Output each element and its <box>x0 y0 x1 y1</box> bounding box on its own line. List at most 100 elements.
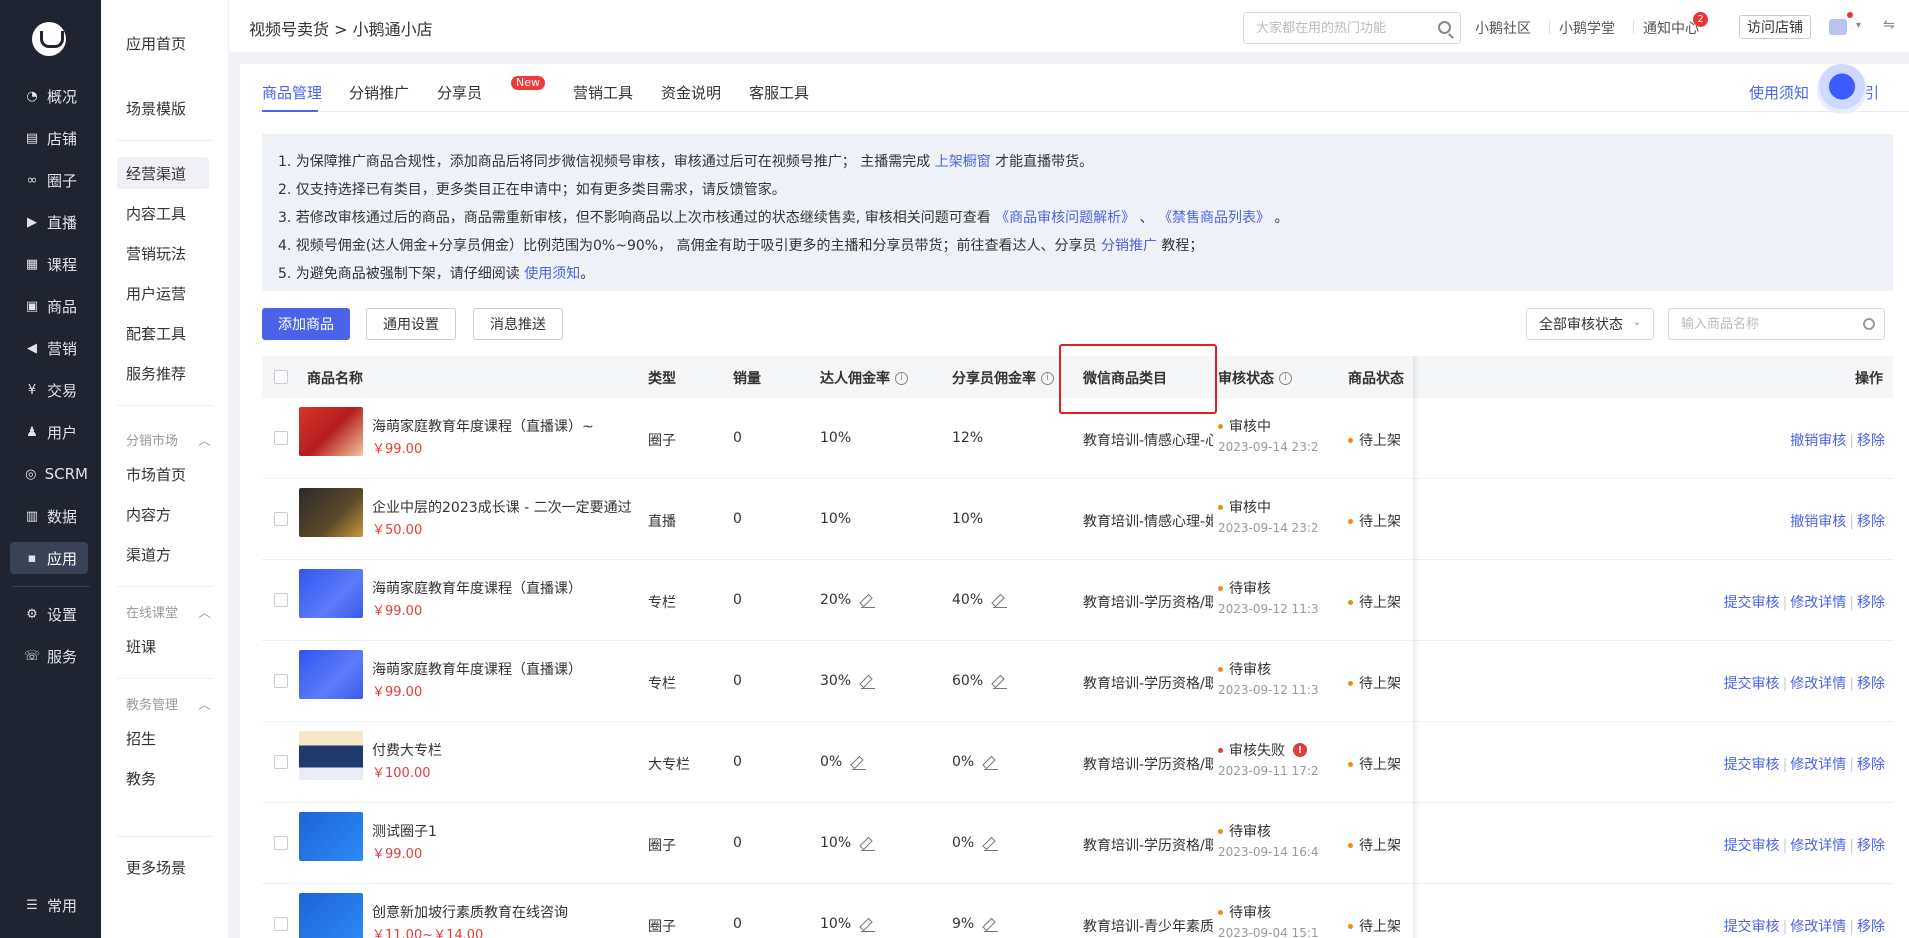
edit-icon[interactable] <box>984 918 999 932</box>
row-action-link[interactable]: 提交审核 <box>1724 757 1780 773</box>
subnav-item-enroll[interactable]: 招生 <box>117 722 209 754</box>
nav-item-trade[interactable]: ¥ 交易 <box>10 374 88 406</box>
edit-icon[interactable] <box>993 675 1008 689</box>
nav-item-data[interactable]: ▥ 数据 <box>10 500 88 532</box>
distribution-tutorial-link[interactable]: 分销推广 <box>1101 238 1157 254</box>
row-action-link[interactable]: 移除 <box>1857 595 1885 611</box>
row-checkbox[interactable] <box>274 674 288 688</box>
subnav-item-marketing[interactable]: 营销玩法 <box>117 237 209 269</box>
nav-item-community[interactable]: ∞ 圈子 <box>10 164 88 196</box>
edit-icon[interactable] <box>852 756 867 770</box>
tab-support-tools[interactable]: 客服工具 <box>749 82 809 103</box>
edit-icon[interactable] <box>861 594 876 608</box>
info-icon[interactable]: i <box>1279 371 1292 385</box>
visit-store-button[interactable]: 访问店铺 <box>1739 15 1811 39</box>
goods-thumbnail[interactable] <box>299 569 363 618</box>
tab-goods[interactable]: 商品管理 <box>262 82 322 103</box>
row-action-link[interactable]: 移除 <box>1857 838 1885 854</box>
general-settings-button[interactable]: 通用设置 <box>366 308 456 340</box>
goods-name-input[interactable] <box>1681 316 1851 332</box>
goods-name[interactable]: 企业中层的2023成长课 - 二次一定要通过 <box>372 497 632 517</box>
subnav-group-classroom[interactable]: 在线课堂 ︿ <box>126 602 211 621</box>
row-action-link[interactable]: 移除 <box>1857 757 1885 773</box>
goods-thumbnail[interactable] <box>299 812 363 861</box>
edit-icon[interactable] <box>861 837 876 851</box>
tab-marketing-tools[interactable]: 营销工具 <box>573 82 633 103</box>
subnav-item-support-tools[interactable]: 配套工具 <box>117 317 209 349</box>
search-icon[interactable] <box>1863 318 1875 330</box>
nav-item-common[interactable]: ☰ 常用 <box>10 889 88 921</box>
nav-item-marketing[interactable]: ◀ 营销 <box>10 332 88 364</box>
subnav-item-templates[interactable]: 场景模版 <box>117 92 209 124</box>
subnav-item-market-home[interactable]: 市场首页 <box>117 458 209 490</box>
subnav-item-channel[interactable]: 经营渠道 <box>117 157 209 189</box>
row-action-link[interactable]: 移除 <box>1857 514 1885 530</box>
row-checkbox[interactable] <box>274 593 288 607</box>
goods-name-search[interactable] <box>1668 308 1885 340</box>
goods-name[interactable]: 海萌家庭教育年度课程（直播课）~ <box>372 416 594 436</box>
message-push-button[interactable]: 消息推送 <box>473 308 563 340</box>
shop-window-link[interactable]: 上架橱窗 <box>935 154 991 170</box>
row-action-link[interactable]: 修改详情 <box>1790 595 1846 611</box>
chevron-down-icon[interactable]: ▾ <box>1856 20 1861 31</box>
edit-icon[interactable] <box>984 756 999 770</box>
add-goods-button[interactable]: 添加商品 <box>262 308 350 340</box>
edit-icon[interactable] <box>861 918 876 932</box>
subnav-item-more[interactable]: 更多场景 <box>117 851 209 883</box>
nav-item-settings[interactable]: ⚙ 设置 <box>10 598 88 630</box>
row-action-link[interactable]: 修改详情 <box>1790 919 1846 935</box>
subnav-item-class[interactable]: 班课 <box>117 630 209 662</box>
row-checkbox[interactable] <box>274 755 288 769</box>
review-faq-link[interactable]: 《商品审核问题解析》 <box>995 210 1135 226</box>
subnav-item-user-ops[interactable]: 用户运营 <box>117 277 209 309</box>
notification-center-link[interactable]: 通知中心 <box>1643 18 1699 38</box>
goods-thumbnail[interactable] <box>299 731 363 780</box>
breadcrumb[interactable]: 视频号卖货 > 小鹅通小店 <box>249 16 433 40</box>
goods-name[interactable]: 海萌家庭教育年度课程（直播课） <box>372 659 582 679</box>
row-action-link[interactable]: 移除 <box>1857 919 1885 935</box>
subnav-group-distribution[interactable]: 分销市场 ︿ <box>126 430 211 449</box>
row-action-link[interactable]: 提交审核 <box>1724 919 1780 935</box>
subnav-item-services[interactable]: 服务推荐 <box>117 357 209 389</box>
row-action-link[interactable]: 修改详情 <box>1790 676 1846 692</box>
goods-name[interactable]: 创意新加坡行素质教育在线咨询 <box>372 902 568 922</box>
brand-logo-icon[interactable] <box>32 22 66 56</box>
edit-icon[interactable] <box>861 675 876 689</box>
nav-item-service[interactable]: ☏ 服务 <box>10 640 88 672</box>
row-action-link[interactable]: 修改详情 <box>1790 838 1846 854</box>
select-all-checkbox[interactable] <box>274 370 288 384</box>
nav-item-apps[interactable]: ▪ 应用 <box>10 542 88 574</box>
edit-icon[interactable] <box>984 837 999 851</box>
nav-item-goods[interactable]: ▣ 商品 <box>10 290 88 322</box>
nav-item-store[interactable]: ▤ 店铺 <box>10 122 88 154</box>
row-checkbox[interactable] <box>274 512 288 526</box>
tab-distribution[interactable]: 分销推广 <box>349 82 409 103</box>
row-checkbox[interactable] <box>274 431 288 445</box>
goods-thumbnail[interactable] <box>299 407 363 456</box>
row-action-link[interactable]: 提交审核 <box>1724 676 1780 692</box>
goods-thumbnail[interactable] <box>299 893 363 938</box>
info-icon[interactable]: i <box>895 371 908 385</box>
edit-icon[interactable] <box>993 594 1008 608</box>
usage-notice-link[interactable]: 使用须知 <box>1749 82 1809 103</box>
global-search[interactable] <box>1243 12 1461 44</box>
nav-item-course[interactable]: ▦ 课程 <box>10 248 88 280</box>
row-checkbox[interactable] <box>274 917 288 931</box>
goods-thumbnail[interactable] <box>299 650 363 699</box>
subnav-item-content-tools[interactable]: 内容工具 <box>117 197 209 229</box>
search-input[interactable] <box>1256 20 1426 36</box>
subnav-group-academic[interactable]: 教务管理 ︿ <box>126 694 211 713</box>
row-action-link[interactable]: 撤销审核 <box>1790 433 1846 449</box>
assistant-robot-icon[interactable] <box>1817 64 1867 114</box>
review-status-select[interactable]: 全部审核状态 ⌄ <box>1526 308 1654 340</box>
tab-sharer[interactable]: 分享员 <box>437 82 482 103</box>
row-action-link[interactable]: 提交审核 <box>1724 838 1780 854</box>
row-action-link[interactable]: 修改详情 <box>1790 757 1846 773</box>
goods-thumbnail[interactable] <box>299 488 363 537</box>
goods-name[interactable]: 测试圈子1 <box>372 821 437 841</box>
nav-item-scrm[interactable]: ◎ SCRM <box>10 458 88 490</box>
error-icon[interactable]: ! <box>1293 743 1307 757</box>
row-action-link[interactable]: 提交审核 <box>1724 595 1780 611</box>
row-action-link[interactable]: 移除 <box>1857 676 1885 692</box>
subnav-item-academic[interactable]: 教务 <box>117 762 209 794</box>
